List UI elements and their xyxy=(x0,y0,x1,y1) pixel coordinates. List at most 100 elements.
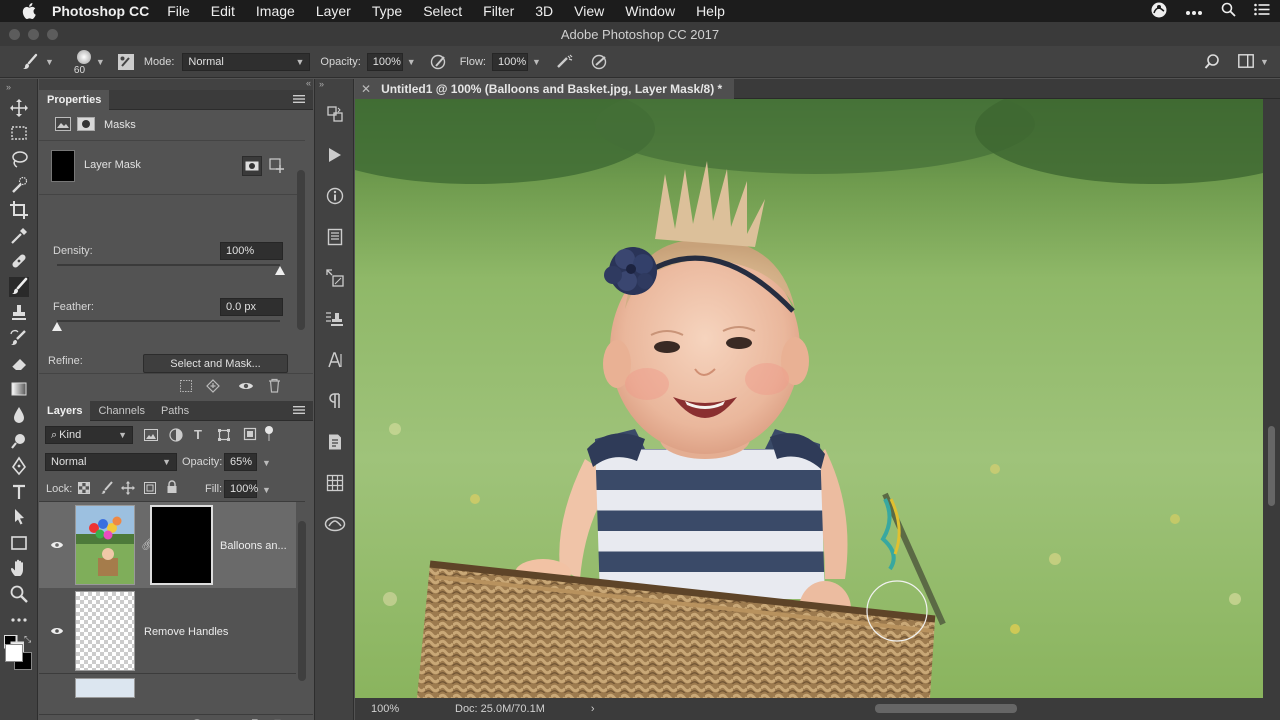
expand-tools-icon[interactable]: » xyxy=(0,79,37,95)
zoom-tool[interactable] xyxy=(0,581,38,607)
menu-view[interactable]: View xyxy=(574,3,604,19)
vertical-scroll-thumb[interactable] xyxy=(1268,426,1275,506)
density-slider-handle[interactable] xyxy=(275,266,285,275)
notification-center-icon[interactable] xyxy=(1254,3,1270,19)
filter-adjustment-layers-icon[interactable] xyxy=(169,428,183,445)
tool-presets-panel-button[interactable] xyxy=(315,298,355,339)
collapse-panels-icon[interactable]: « xyxy=(306,78,311,88)
visibility-eye-icon[interactable] xyxy=(238,379,254,396)
zoom-window-button[interactable] xyxy=(47,29,58,40)
pixel-mask-icon[interactable] xyxy=(55,117,71,131)
minimize-window-button[interactable] xyxy=(28,29,39,40)
lock-position-icon[interactable] xyxy=(121,481,135,498)
layer-opacity-input[interactable]: 65% xyxy=(224,453,257,471)
flow-dropdown-chevron-icon[interactable]: ▼ xyxy=(532,57,541,67)
feather-slider-track[interactable] xyxy=(52,320,280,331)
creative-cloud-icon[interactable] xyxy=(1151,2,1167,21)
menu-type[interactable]: Type xyxy=(372,3,402,19)
info-panel-button[interactable] xyxy=(315,175,355,216)
menu-image[interactable]: Image xyxy=(256,3,295,19)
chevron-right-icon[interactable]: › xyxy=(591,703,595,715)
tab-properties[interactable]: Properties xyxy=(39,89,110,110)
apple-icon[interactable] xyxy=(20,2,38,20)
mode-select[interactable]: Normal ▼ xyxy=(182,52,311,71)
layer-filter-select[interactable]: ⌕ Kind ▼ xyxy=(45,426,133,444)
layer-mask-thumbnail[interactable] xyxy=(150,505,213,585)
delete-mask-icon[interactable] xyxy=(268,378,281,396)
default-colors-icon[interactable] xyxy=(3,634,25,657)
rectangle-tool[interactable] xyxy=(0,530,38,556)
foreground-color-swatch[interactable] xyxy=(5,644,23,663)
clone-source-panel-button[interactable] xyxy=(315,257,355,298)
workspace-switcher-icon[interactable] xyxy=(1238,54,1254,68)
pen-tool[interactable] xyxy=(0,453,38,479)
horizontal-scroll-thumb[interactable] xyxy=(875,704,1017,713)
add-vector-mask-button[interactable] xyxy=(269,158,285,177)
pressure-opacity-icon[interactable] xyxy=(430,53,448,71)
select-and-mask-button[interactable]: Select and Mask... xyxy=(143,354,288,373)
load-selection-icon[interactable] xyxy=(179,379,193,396)
blur-tool[interactable] xyxy=(0,402,38,428)
paragraph-panel-button[interactable] xyxy=(315,380,355,421)
expand-panels-icon[interactable]: » xyxy=(315,79,353,93)
tab-paths[interactable]: Paths xyxy=(153,401,197,421)
libraries-panel-button[interactable] xyxy=(315,503,355,544)
eraser-tool[interactable] xyxy=(0,351,38,377)
quick-selection-tool[interactable] xyxy=(0,172,38,198)
panel-menu-icon[interactable] xyxy=(293,94,305,107)
grid-panel-button[interactable] xyxy=(315,462,355,503)
more-icon[interactable] xyxy=(1185,3,1203,19)
filter-smart-objects-icon[interactable] xyxy=(243,427,257,444)
menu-help[interactable]: Help xyxy=(696,3,725,19)
menu-file[interactable]: File xyxy=(167,3,190,19)
panel-menu-icon[interactable] xyxy=(293,405,305,418)
tab-layers[interactable]: Layers xyxy=(39,400,91,421)
fill-chevron-icon[interactable]: ▼ xyxy=(262,485,271,495)
layer-opacity-chevron-icon[interactable]: ▼ xyxy=(262,458,271,468)
move-tool[interactable] xyxy=(0,95,38,121)
filter-toggle-icon[interactable] xyxy=(264,425,274,446)
menu-edit[interactable]: Edit xyxy=(211,3,235,19)
chevron-down-icon[interactable]: ▼ xyxy=(96,57,105,67)
flow-input[interactable]: 100% xyxy=(491,52,528,71)
hand-tool[interactable] xyxy=(0,556,38,582)
density-slider-track[interactable] xyxy=(57,264,285,275)
layer-visibility-eye-icon[interactable] xyxy=(50,540,64,553)
filter-type-layers-icon[interactable]: T xyxy=(194,427,202,442)
history-brush-tool[interactable] xyxy=(0,325,38,351)
layer-row[interactable]: Remove Handles xyxy=(39,588,296,674)
filter-pixel-layers-icon[interactable] xyxy=(144,429,158,444)
gradient-tool[interactable] xyxy=(0,377,38,403)
brush-tool[interactable] xyxy=(0,274,38,300)
lasso-tool[interactable] xyxy=(0,146,38,172)
document-tab[interactable]: ✕ Untitled1 @ 100% (Balloons and Basket.… xyxy=(355,79,735,99)
filter-shape-layers-icon[interactable] xyxy=(217,428,231,445)
brush-tool-preset-icon[interactable] xyxy=(20,52,40,72)
swap-colors-icon[interactable]: ⤡ xyxy=(24,634,31,645)
layers-scrollbar[interactable] xyxy=(298,521,306,681)
marquee-tool[interactable] xyxy=(0,121,38,147)
chevron-down-icon[interactable]: ▼ xyxy=(45,57,54,67)
path-selection-tool[interactable] xyxy=(0,505,38,531)
crop-tool[interactable] xyxy=(0,197,38,223)
lock-image-pixels-icon[interactable] xyxy=(100,481,114,498)
pressure-size-icon[interactable] xyxy=(591,53,609,71)
brush-settings-panel-icon[interactable] xyxy=(117,53,135,71)
type-tool[interactable] xyxy=(0,479,38,505)
character-panel-button[interactable] xyxy=(315,339,355,380)
prevent-auto-nesting-icon[interactable] xyxy=(143,481,157,498)
history-panel-button[interactable] xyxy=(315,93,355,134)
menu-select[interactable]: Select xyxy=(423,3,462,19)
lock-all-icon[interactable] xyxy=(166,480,178,497)
close-document-icon[interactable]: ✕ xyxy=(361,82,371,96)
layer-name[interactable]: Balloons an... xyxy=(220,540,287,552)
document-canvas[interactable] xyxy=(355,99,1263,698)
fill-input[interactable]: 100% xyxy=(224,480,258,498)
glyphs-panel-button[interactable] xyxy=(315,421,355,462)
feather-slider-handle[interactable] xyxy=(52,322,62,331)
dodge-tool[interactable] xyxy=(0,428,38,454)
feather-input[interactable]: 0.0 px xyxy=(220,298,283,316)
clone-stamp-tool[interactable] xyxy=(0,300,38,326)
zoom-level[interactable]: 100% xyxy=(371,703,443,715)
close-window-button[interactable] xyxy=(9,29,20,40)
